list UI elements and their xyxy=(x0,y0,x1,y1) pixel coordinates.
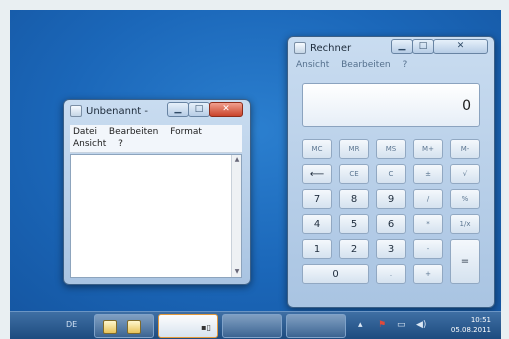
percent-button[interactable]: % xyxy=(450,189,480,209)
network-icon[interactable]: ▭ xyxy=(397,320,406,330)
clear-entry-button[interactable]: CE xyxy=(339,164,369,184)
divide-button[interactable]: / xyxy=(413,189,443,209)
clock-date: 05.08.2011 xyxy=(450,326,491,334)
menu-format[interactable]: Format xyxy=(170,127,202,137)
memory-add-button[interactable]: M+ xyxy=(413,139,443,159)
digit-9-button[interactable]: 9 xyxy=(376,189,406,209)
calculator-display: 0 xyxy=(302,83,480,127)
calculator-minimize-button[interactable]: ▁ xyxy=(391,39,413,54)
backspace-button[interactable]: ⟵ xyxy=(302,164,332,184)
calculator-close-button[interactable]: ✕ xyxy=(433,39,488,54)
taskbar: DE ▪▯ ▴ ⚑ ▭ ◀) 10:51 05.08.2011 xyxy=(10,311,501,339)
add-button[interactable]: + xyxy=(413,264,443,284)
notepad-close-button[interactable]: ✕ xyxy=(209,102,243,117)
menu-ansicht[interactable]: Ansicht xyxy=(73,139,106,149)
menu-bearbeiten[interactable]: Bearbeiten xyxy=(109,127,158,137)
notepad-app-icon xyxy=(70,105,82,117)
digit-0-button[interactable]: 0 xyxy=(302,264,369,284)
taskbar-button-calculator[interactable]: ▪▯ xyxy=(158,314,218,338)
taskbar-button-empty-1[interactable] xyxy=(222,314,282,338)
scroll-up-icon[interactable]: ▲ xyxy=(232,155,242,165)
square-root-button[interactable]: √ xyxy=(450,164,480,184)
volume-icon[interactable]: ◀) xyxy=(416,320,426,330)
calculator-maximize-button[interactable]: □ xyxy=(412,39,434,54)
digit-2-button[interactable]: 2 xyxy=(339,239,369,259)
calculator-app-icon xyxy=(294,42,306,54)
desktop: Unbenannt - ▁ □ ✕ Datei Bearbeiten Forma… xyxy=(10,10,501,311)
calc-menu-ansicht[interactable]: Ansicht xyxy=(296,60,329,70)
calc-menu-help[interactable]: ? xyxy=(402,60,407,70)
taskbar-group-explorer[interactable] xyxy=(94,314,154,338)
folder-icon xyxy=(127,320,141,334)
reciprocal-button[interactable]: 1/x xyxy=(450,214,480,234)
system-clock[interactable]: 10:51 05.08.2011 xyxy=(451,315,491,335)
notepad-minimize-button[interactable]: ▁ xyxy=(167,102,189,117)
calculator-taskbar-icon: ▪▯ xyxy=(201,323,211,332)
digit-8-button[interactable]: 8 xyxy=(339,189,369,209)
tray-expand-icon[interactable]: ▴ xyxy=(358,320,363,330)
notepad-window[interactable]: Unbenannt - ▁ □ ✕ Datei Bearbeiten Forma… xyxy=(63,99,251,285)
calculator-title: Rechner xyxy=(310,42,352,54)
decimal-button[interactable]: . xyxy=(376,264,406,284)
flag-icon[interactable]: ⚑ xyxy=(378,320,386,330)
calculator-window[interactable]: Rechner ▁ □ ✕ Ansicht Bearbeiten ? 0 MC … xyxy=(287,36,495,308)
negate-button[interactable]: ± xyxy=(413,164,443,184)
notepad-title: Unbenannt - xyxy=(86,105,149,117)
notepad-maximize-button[interactable]: □ xyxy=(188,102,210,117)
clock-time: 10:51 xyxy=(470,316,491,324)
digit-5-button[interactable]: 5 xyxy=(339,214,369,234)
digit-7-button[interactable]: 7 xyxy=(302,189,332,209)
screenshot-frame: Unbenannt - ▁ □ ✕ Datei Bearbeiten Forma… xyxy=(0,0,509,339)
clear-button[interactable]: C xyxy=(376,164,406,184)
calc-menu-bearbeiten[interactable]: Bearbeiten xyxy=(341,60,390,70)
equals-button[interactable]: = xyxy=(450,239,480,284)
folder-icon xyxy=(103,320,117,334)
digit-6-button[interactable]: 6 xyxy=(376,214,406,234)
digit-4-button[interactable]: 4 xyxy=(302,214,332,234)
scroll-down-icon[interactable]: ▼ xyxy=(232,267,242,277)
language-indicator[interactable]: DE xyxy=(66,320,77,329)
menu-datei[interactable]: Datei xyxy=(73,127,97,137)
digit-3-button[interactable]: 3 xyxy=(376,239,406,259)
taskbar-button-empty-2[interactable] xyxy=(286,314,346,338)
memory-store-button[interactable]: MS xyxy=(376,139,406,159)
notepad-menubar: Datei Bearbeiten Format Ansicht ? xyxy=(70,125,242,153)
menu-help[interactable]: ? xyxy=(118,139,123,149)
subtract-button[interactable]: - xyxy=(413,239,443,259)
multiply-button[interactable]: * xyxy=(413,214,443,234)
calculator-menubar: Ansicht Bearbeiten ? xyxy=(296,60,416,70)
notepad-vertical-scrollbar[interactable]: ▲ ▼ xyxy=(231,155,241,277)
digit-1-button[interactable]: 1 xyxy=(302,239,332,259)
notepad-text-area[interactable]: ▲ ▼ xyxy=(70,154,242,278)
memory-subtract-button[interactable]: M- xyxy=(450,139,480,159)
memory-clear-button[interactable]: MC xyxy=(302,139,332,159)
memory-recall-button[interactable]: MR xyxy=(339,139,369,159)
